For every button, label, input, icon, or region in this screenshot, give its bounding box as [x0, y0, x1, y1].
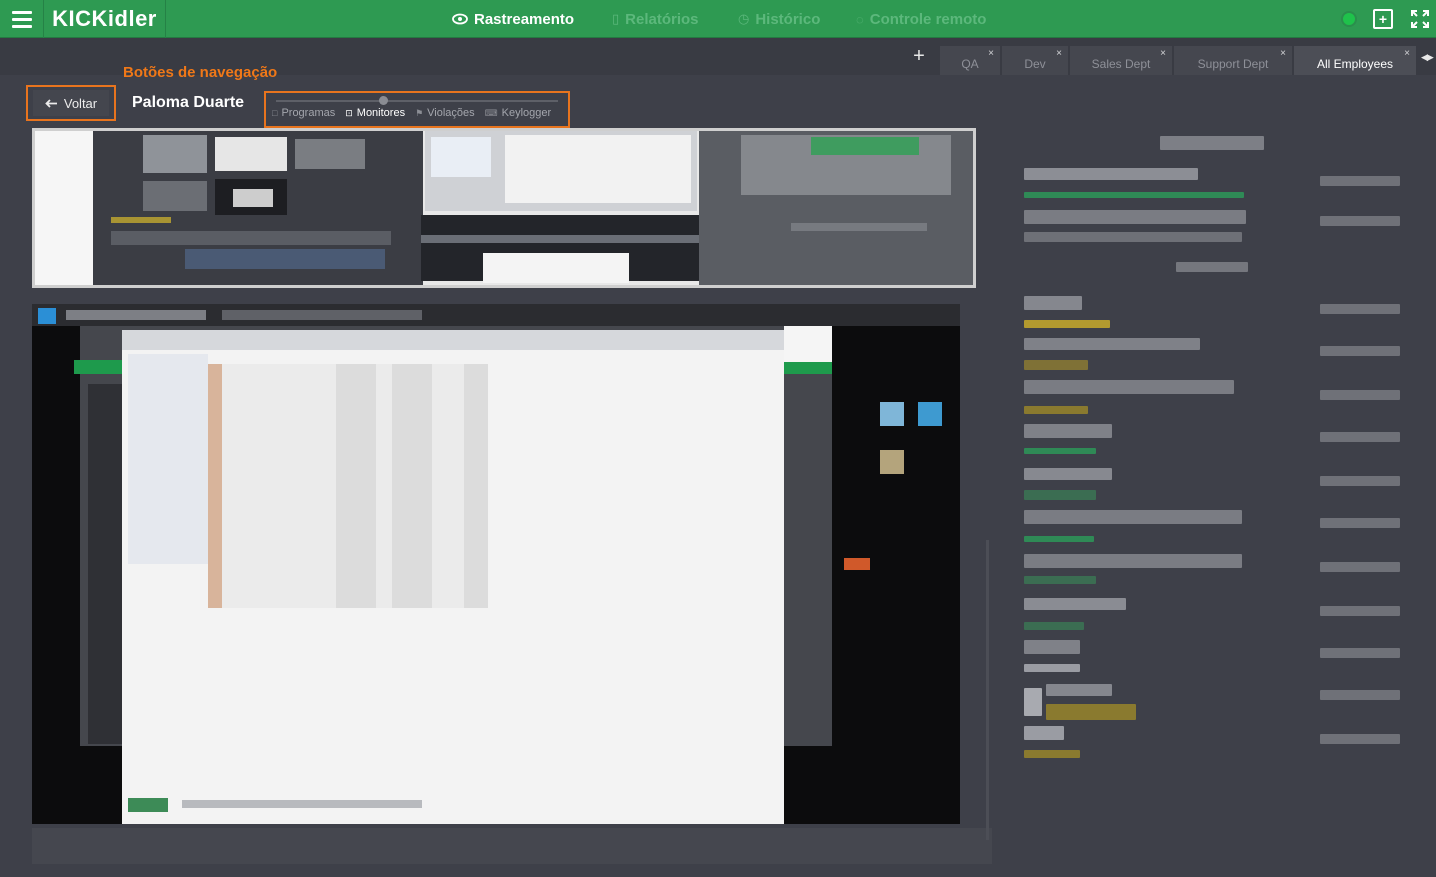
nav-label: Controle remoto	[869, 10, 987, 28]
back-button[interactable]: Voltar	[33, 90, 109, 116]
view-tab-programas[interactable]: □ Programas	[272, 107, 335, 119]
tab-qa[interactable]: QA ×	[940, 46, 1000, 75]
view-tab-monitores[interactable]: ⊡ Monitores	[345, 107, 405, 119]
tab-scroll-arrows-icon[interactable]: ◀▶	[1421, 52, 1434, 63]
view-tab-keylogger[interactable]: ⌨ Keylogger	[485, 107, 552, 119]
close-icon[interactable]: ×	[988, 48, 994, 59]
monitor-thumbnails[interactable]	[32, 128, 976, 288]
nav-label: Histórico	[755, 10, 821, 28]
fullscreen-icon[interactable]	[1410, 9, 1430, 29]
navigation-annotation: Botões de navegação	[123, 64, 278, 81]
activity-side-panel	[1010, 128, 1420, 778]
document-icon: ▯	[612, 11, 620, 26]
view-tab-label: Programas	[281, 107, 336, 119]
tab-label: Sales Dept	[1091, 56, 1151, 71]
add-tab-button[interactable]: +	[907, 46, 931, 68]
tab-dev[interactable]: Dev ×	[1002, 46, 1068, 75]
view-tab-label: Violações	[427, 107, 475, 119]
history-icon: ◷	[738, 11, 750, 26]
back-label: Voltar	[63, 95, 98, 111]
menu-icon[interactable]	[0, 0, 44, 38]
flag-icon: ⚑	[415, 107, 424, 118]
monitor-icon: ⊡	[345, 107, 353, 118]
view-tab-violacoes[interactable]: ⚑ Violações	[415, 107, 475, 119]
tab-all-employees[interactable]: All Employees ×	[1294, 46, 1416, 75]
tab-label: Dev	[1024, 56, 1046, 71]
monitor-footer-bar	[32, 828, 992, 864]
status-indicator	[1341, 11, 1357, 27]
kickidler-logo[interactable]: KICKidler	[44, 0, 166, 38]
tab-label: Support Dept	[1197, 56, 1269, 71]
square-icon: □	[272, 108, 278, 118]
arrow-left-icon	[45, 98, 57, 108]
employee-name: Paloma Duarte	[132, 94, 245, 111]
nav-relatorios[interactable]: ▯ Relatórios	[612, 0, 699, 38]
top-bar: KICKidler Rastreamento ▯ Relatórios ◷ Hi…	[0, 0, 1436, 38]
view-tab-label: Monitores	[356, 107, 406, 119]
close-icon[interactable]: ×	[1056, 48, 1062, 59]
close-icon[interactable]: ×	[1160, 48, 1166, 59]
nav-label: Rastreamento	[474, 10, 575, 28]
tab-sales-dept[interactable]: Sales Dept ×	[1070, 46, 1172, 75]
view-tab-label: Keylogger	[501, 107, 552, 119]
monitors-area	[24, 128, 992, 864]
zoom-slider-track[interactable]	[276, 100, 558, 102]
add-screen-icon[interactable]: +	[1373, 9, 1393, 29]
screens-scrollbar[interactable]	[986, 540, 989, 840]
nav-historico[interactable]: ◷ Histórico	[738, 0, 820, 38]
close-icon[interactable]: ×	[1404, 48, 1410, 59]
tab-support-dept[interactable]: Support Dept ×	[1174, 46, 1292, 75]
tab-label: All Employees	[1316, 56, 1394, 71]
remote-icon: ◌	[856, 11, 864, 27]
close-icon[interactable]: ×	[1280, 48, 1286, 59]
eye-icon	[452, 13, 468, 25]
view-switcher: □ Programas ⊡ Monitores ⚑ Violações ⌨ Ke…	[264, 91, 570, 128]
keyboard-icon: ⌨	[484, 107, 498, 118]
back-button-highlight: Voltar	[26, 85, 116, 121]
nav-rastreamento[interactable]: Rastreamento	[452, 0, 574, 38]
nav-controle-remoto[interactable]: ◌ Controle remoto	[856, 0, 986, 38]
zoom-slider-handle[interactable]	[379, 96, 388, 105]
tab-label: QA	[961, 56, 979, 71]
nav-label: Relatórios	[625, 10, 699, 28]
monitor-main[interactable]	[32, 304, 960, 824]
